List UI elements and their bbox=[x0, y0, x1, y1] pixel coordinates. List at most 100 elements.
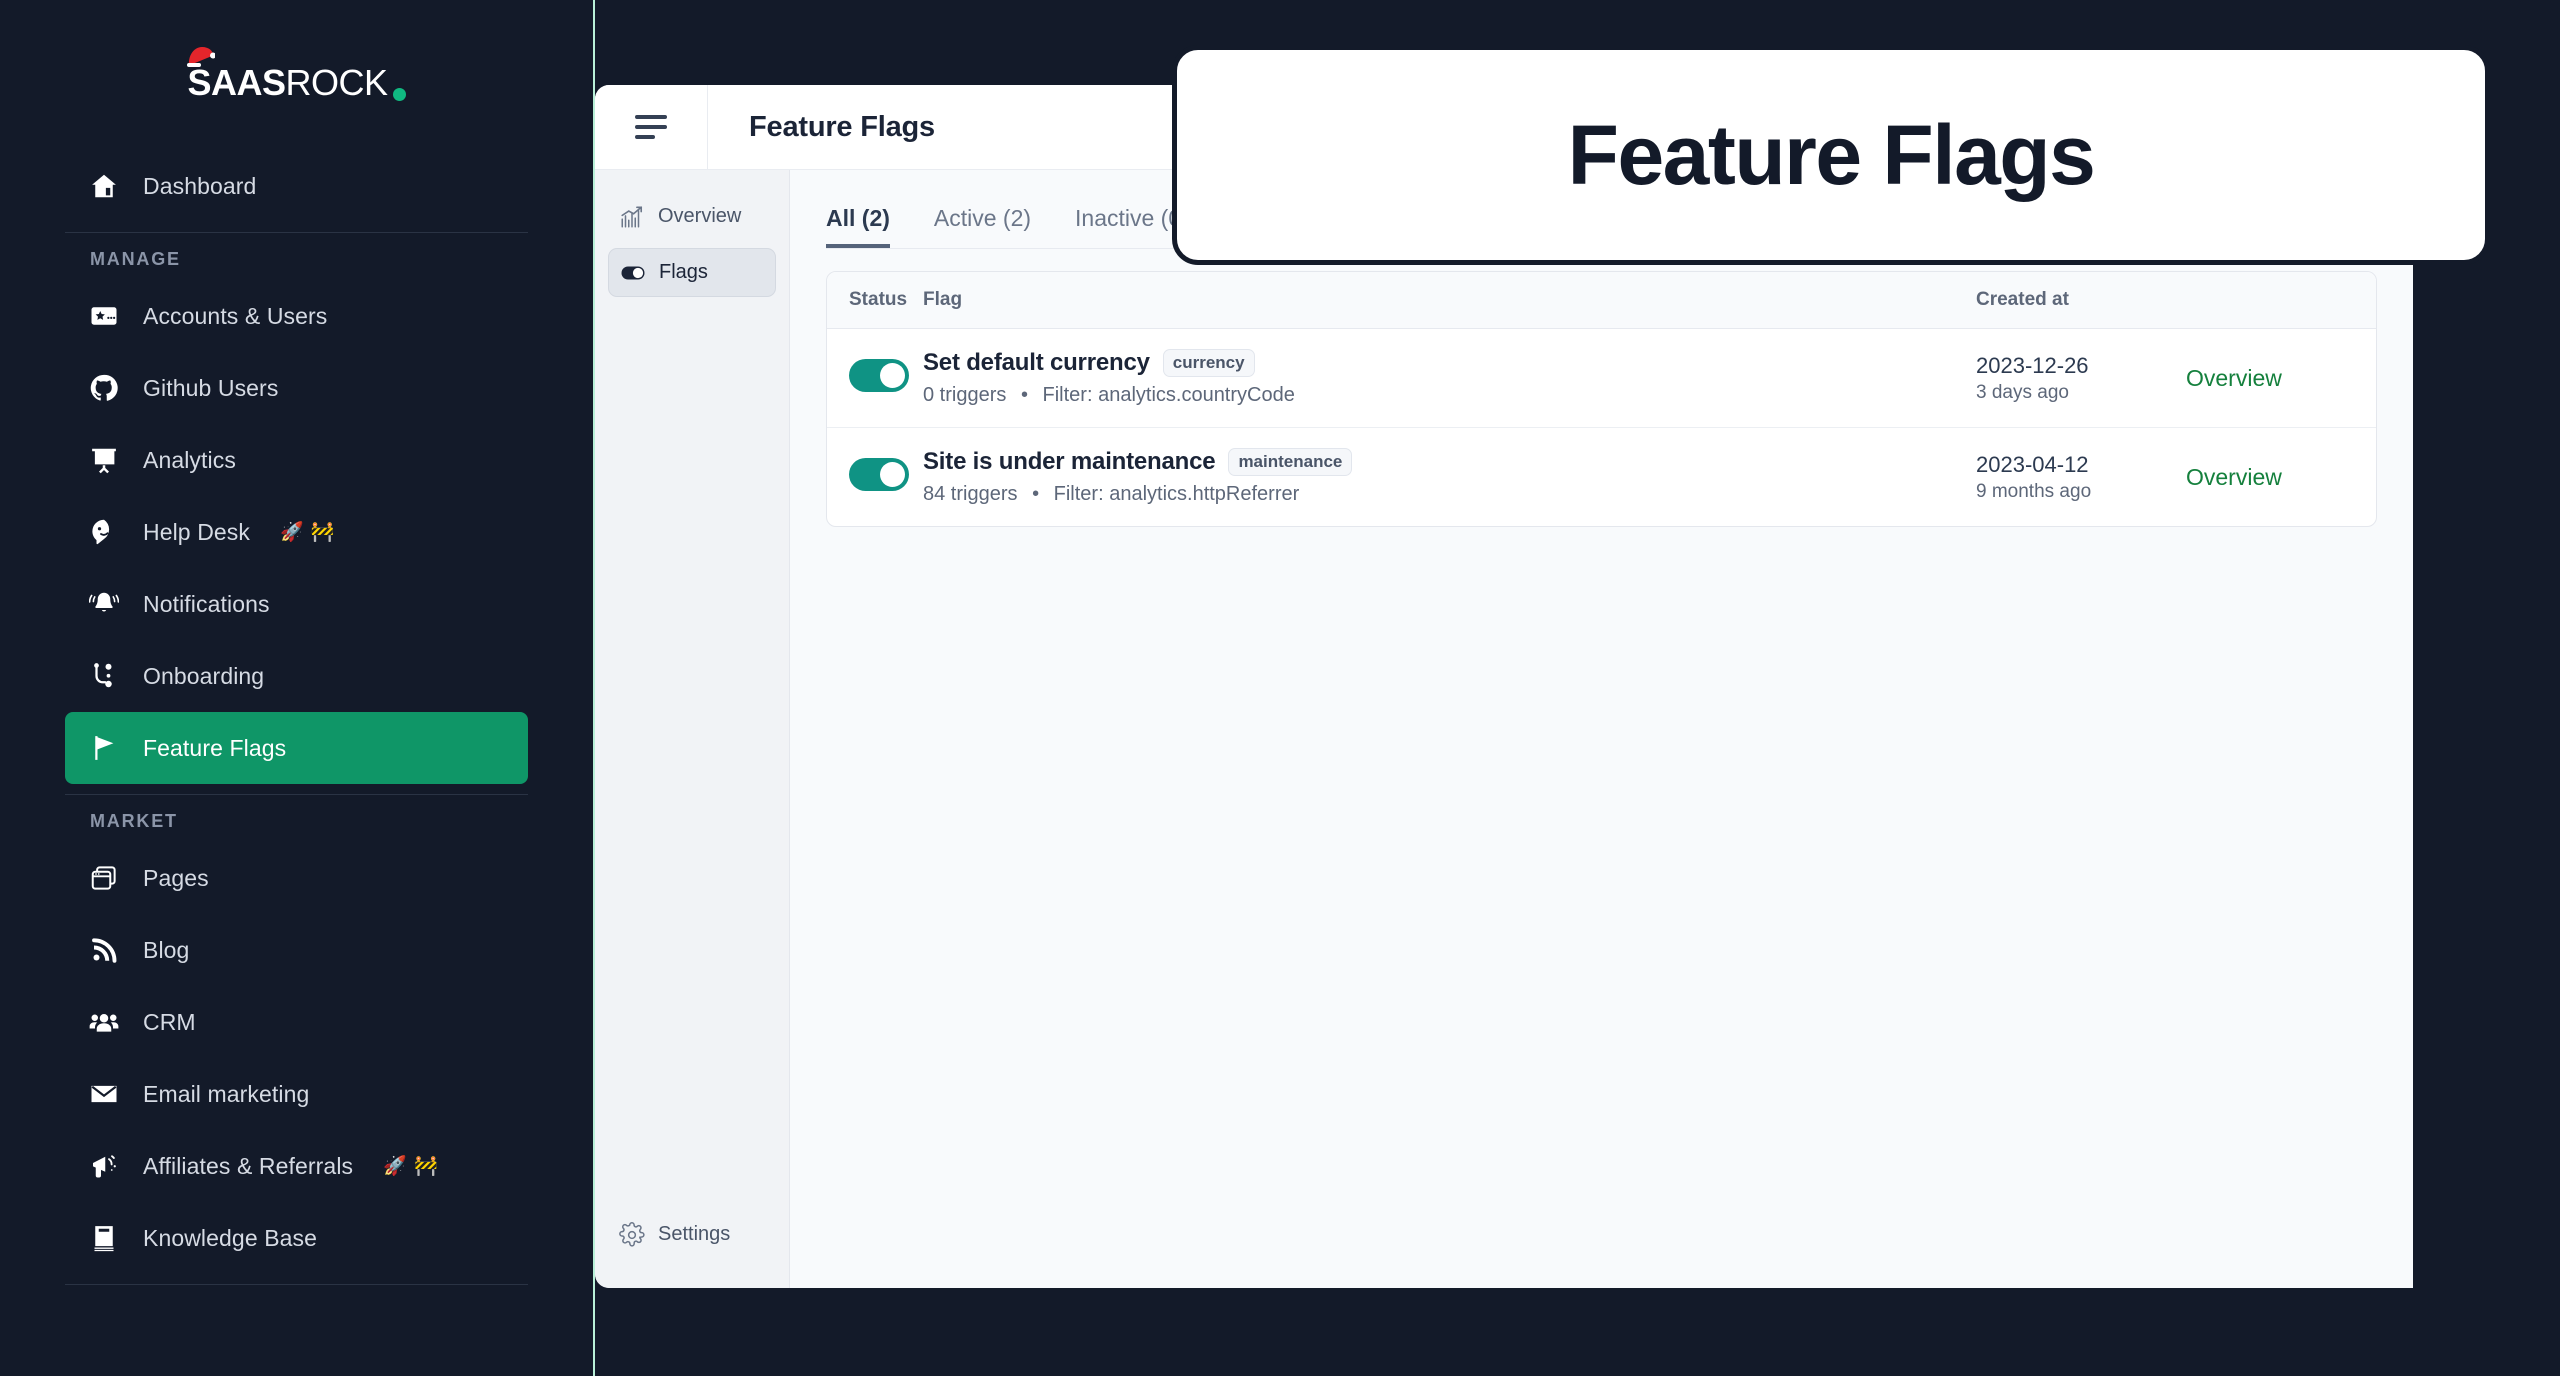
megaphone-icon bbox=[89, 1151, 119, 1181]
bar-chart-growth-icon bbox=[619, 204, 645, 230]
page-title: Feature Flags bbox=[749, 110, 935, 143]
sidebar-item-label: Help Desk bbox=[143, 518, 250, 545]
row-overview-link[interactable]: Overview bbox=[2186, 464, 2282, 490]
sidebar-item-label: Dashboard bbox=[143, 172, 257, 199]
cell-status bbox=[827, 428, 923, 527]
panel-body: Overview Flags Settings All (2) Active (… bbox=[595, 170, 2413, 1288]
row-overview-link[interactable]: Overview bbox=[2186, 365, 2282, 391]
sidebar-item-accounts-users[interactable]: Accounts & Users bbox=[65, 280, 528, 352]
brand-logo[interactable]: SAAS ROCK bbox=[0, 0, 593, 150]
cell-action: Overview bbox=[2186, 428, 2376, 527]
flag-tag-badge: currency bbox=[1162, 349, 1255, 377]
sidebar-item-help-desk[interactable]: Help Desk 🚀 🚧 bbox=[65, 496, 528, 568]
flags-table: Status Flag Created at Set default curre… bbox=[827, 272, 2376, 526]
brand-name-bold: SAAS bbox=[187, 62, 286, 103]
flag-name: Set default currency bbox=[923, 349, 1150, 376]
sidebar-item-label: Affiliates & Referrals bbox=[143, 1152, 354, 1179]
sidebar-item-feature-flags[interactable]: Feature Flags bbox=[65, 712, 528, 784]
column-header-action bbox=[2186, 272, 2376, 329]
sidebar-item-pages[interactable]: Pages bbox=[65, 842, 528, 914]
sidebar-section-market-title: MARKET bbox=[90, 811, 178, 831]
cell-flag: Set default currency currency 0 triggers… bbox=[923, 328, 1976, 428]
gear-icon bbox=[619, 1221, 645, 1248]
sidebar-item-label: Accounts & Users bbox=[143, 302, 328, 329]
meta-separator: • bbox=[1032, 483, 1040, 505]
column-header-status: Status bbox=[827, 272, 923, 329]
tab-active[interactable]: Active (2) bbox=[934, 205, 1031, 248]
table-header-row: Status Flag Created at bbox=[827, 272, 2376, 329]
subnav-item-settings[interactable]: Settings bbox=[608, 1210, 776, 1259]
flag-trigger-count: 0 triggers bbox=[923, 384, 1007, 406]
flag-name: Site is under maintenance bbox=[923, 448, 1216, 475]
sidebar-item-label: CRM bbox=[143, 1008, 196, 1035]
table-row[interactable]: Site is under maintenance maintenance 84… bbox=[827, 428, 2376, 527]
home-icon bbox=[89, 171, 119, 201]
table-head: Status Flag Created at bbox=[827, 272, 2376, 329]
column-header-created-at: Created at bbox=[1976, 272, 2186, 329]
sidebar-divider-1 bbox=[65, 232, 528, 233]
flag-tag-badge: maintenance bbox=[1228, 448, 1353, 476]
sidebar-item-badge: 🚀 🚧 bbox=[280, 522, 336, 543]
column-header-flag: Flag bbox=[923, 272, 1976, 329]
github-icon bbox=[89, 373, 119, 403]
sidebar-item-onboarding[interactable]: Onboarding bbox=[65, 640, 528, 712]
ticket-star-icon bbox=[89, 301, 119, 331]
sidebar-item-blog[interactable]: Blog bbox=[65, 914, 528, 986]
cell-created-at: 2023-04-12 9 months ago bbox=[1976, 428, 2186, 527]
created-relative: 3 days ago bbox=[1976, 381, 2069, 403]
sidebar-item-label: Github Users bbox=[143, 374, 279, 401]
cell-created-at: 2023-12-26 3 days ago bbox=[1976, 328, 2186, 428]
main-panel: Feature Flags Overview Flags Settings Al… bbox=[595, 85, 2413, 1288]
flag-toggle[interactable] bbox=[849, 359, 909, 392]
cell-action: Overview bbox=[2186, 328, 2376, 428]
cell-flag: Site is under maintenance maintenance 84… bbox=[923, 428, 1976, 527]
envelope-icon bbox=[89, 1079, 119, 1109]
chat-headset-icon bbox=[89, 517, 119, 547]
sidebar-item-badge: 🚀 🚧 bbox=[383, 1156, 439, 1177]
sidebar-top-nav: Dashboard bbox=[0, 150, 593, 222]
tab-all[interactable]: All (2) bbox=[826, 205, 890, 248]
santa-hat-icon bbox=[187, 47, 216, 67]
sidebar-item-label: Onboarding bbox=[143, 662, 265, 689]
flag-meta: 84 triggers • Filter: analytics.httpRefe… bbox=[923, 483, 1976, 506]
sidebar-divider-3 bbox=[65, 1284, 528, 1285]
app-root: SAAS ROCK Dashboard MANAGE Accounts & Us… bbox=[0, 0, 2560, 1376]
sidebar-item-label: Email marketing bbox=[143, 1080, 310, 1107]
cell-status bbox=[827, 328, 923, 428]
sidebar-item-crm[interactable]: CRM bbox=[65, 986, 528, 1058]
sidebar-item-notifications[interactable]: Notifications bbox=[65, 568, 528, 640]
flag-icon bbox=[89, 733, 119, 763]
presentation-chart-icon bbox=[89, 445, 119, 475]
subnav-item-label: Settings bbox=[658, 1223, 731, 1245]
created-relative: 9 months ago bbox=[1976, 480, 2092, 502]
toggle-icon bbox=[620, 260, 646, 286]
callout-overlay-card: Feature Flags bbox=[1172, 45, 2490, 265]
sidebar-item-label: Pages bbox=[143, 864, 209, 891]
sidebar-item-label: Notifications bbox=[143, 590, 270, 617]
people-group-icon bbox=[89, 1007, 119, 1037]
sidebar-divider-2 bbox=[65, 794, 528, 795]
sidebar-item-label: Blog bbox=[143, 936, 190, 963]
meta-separator: • bbox=[1020, 384, 1028, 406]
flag-toggle[interactable] bbox=[849, 458, 909, 491]
sidebar-item-analytics[interactable]: Analytics bbox=[65, 424, 528, 496]
flag-filter: Filter: analytics.countryCode bbox=[1042, 384, 1295, 406]
sidebar-item-github-users[interactable]: Github Users bbox=[65, 352, 528, 424]
callout-title: Feature Flags bbox=[1567, 107, 2096, 202]
sidebar-toggle-button[interactable] bbox=[595, 85, 708, 170]
sidebar-item-email-marketing[interactable]: Email marketing bbox=[65, 1058, 528, 1130]
flag-trigger-count: 84 triggers bbox=[923, 483, 1018, 505]
sidebar-item-dashboard[interactable]: Dashboard bbox=[65, 150, 528, 222]
windows-stack-icon bbox=[89, 863, 119, 893]
subnav-item-label: Overview bbox=[658, 205, 742, 227]
created-date: 2023-12-26 bbox=[1976, 352, 2089, 378]
flow-branch-icon bbox=[89, 661, 119, 691]
sidebar-item-affiliates-referrals[interactable]: Affiliates & Referrals 🚀 🚧 bbox=[65, 1130, 528, 1202]
created-date: 2023-04-12 bbox=[1976, 451, 2089, 477]
bell-ringing-icon bbox=[89, 589, 119, 619]
subnav-item-overview[interactable]: Overview bbox=[608, 192, 776, 241]
table-row[interactable]: Set default currency currency 0 triggers… bbox=[827, 328, 2376, 428]
primary-sidebar: SAAS ROCK Dashboard MANAGE Accounts & Us… bbox=[0, 0, 595, 1376]
subnav-item-flags[interactable]: Flags bbox=[608, 248, 776, 297]
sidebar-item-knowledge-base[interactable]: Knowledge Base bbox=[65, 1202, 528, 1274]
